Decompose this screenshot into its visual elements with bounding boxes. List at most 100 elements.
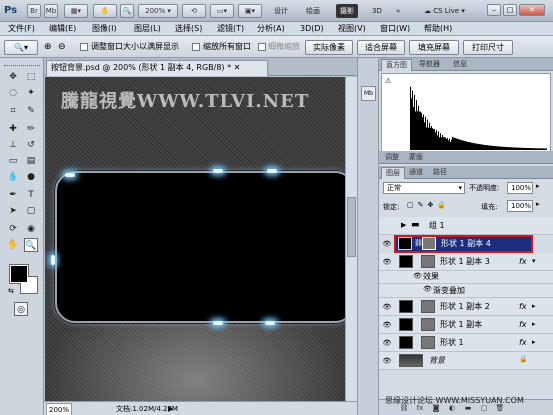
scrubby-zoom-checkbox[interactable] [258,43,266,51]
blur-tool-icon[interactable]: 💧 [6,170,20,184]
3d-orbit-icon[interactable]: ◉ [24,222,38,236]
layer-row[interactable]: 👁 形状 1 副本 2 fx ▸ [379,298,553,316]
shape-tool-icon[interactable]: ▢ [24,204,38,218]
fill-input[interactable]: 100% [507,200,533,212]
resize-windows-checkbox[interactable] [80,43,88,51]
menu-edit[interactable]: 编辑(E) [45,22,80,36]
rotate-view-icon[interactable]: ⟲ [182,4,206,18]
3d-rotate-icon[interactable]: ⟳ [6,222,20,236]
tab-info[interactable]: 信息 [449,59,471,71]
toolbox-grip[interactable] [4,60,40,66]
fx-icon[interactable]: fx [519,301,527,313]
gradient-tool-icon[interactable]: ▤ [24,154,38,168]
layer-row[interactable]: 👁 形状 1 副本 fx ▸ [379,316,553,334]
expand-arrow-icon[interactable]: ▸ [532,320,536,328]
workspace-more[interactable]: » [392,4,404,18]
lock-icons[interactable]: ▢✎✥🔒 [407,201,450,209]
visibility-eye-icon[interactable]: 👁 [382,356,392,366]
fx-icon[interactable]: fx [519,337,527,349]
fit-screen-button[interactable]: 适合屏幕 [357,40,405,55]
zoom-tool-icon[interactable]: 🔍 [120,4,134,18]
zoom-out-icon[interactable]: ⊖ [58,42,66,52]
document-tab[interactable]: 按钮背景.psd @ 200% (形状 1 副本 4, RGB/8) * ✕ [46,60,268,76]
layer-row-selected[interactable]: ⛓ 形状 1 副本 4 [394,235,533,253]
effects-row[interactable]: 👁 效果 [379,271,553,284]
type-tool-icon[interactable]: T [24,188,38,202]
expand-arrow-icon[interactable]: ▶ [401,221,406,229]
visibility-eye-icon[interactable]: 👁 [382,302,392,312]
hand-tool-icon[interactable]: ✋ [93,4,117,18]
tab-masks[interactable]: 蒙版 [405,152,427,164]
fx-icon[interactable]: fx [519,319,527,331]
zoom-tool-active-icon[interactable]: 🔍 [24,238,38,252]
menu-window[interactable]: 窗口(W) [376,22,414,36]
close-icon[interactable]: ✕ [519,4,545,16]
visibility-eye-icon[interactable]: 👁 [382,239,392,249]
visibility-eye-icon[interactable]: 👁 [382,257,392,267]
histogram-warning-icon[interactable]: ⚠ [385,77,391,85]
visibility-eye-icon[interactable]: 👁 [382,320,392,330]
menu-analysis[interactable]: 分析(A) [253,22,289,36]
minimize-icon[interactable]: – [487,4,501,16]
fx-icon[interactable]: fx [519,256,527,268]
status-zoom[interactable]: 200% [46,403,72,415]
marquee-tool-icon[interactable]: ⬚ [24,70,38,84]
layer-row-group[interactable]: ▶ ▬ 组 1 [379,217,553,235]
arrange-docs-icon[interactable]: ▭▾ [210,4,234,18]
menu-file[interactable]: 文件(F) [4,22,39,36]
workspace-3d[interactable]: 3D [368,4,386,18]
zoom-level-select[interactable]: 200% ▾ [138,4,178,18]
expand-arrow-icon[interactable]: ▸ [532,338,536,346]
tab-histogram[interactable]: 直方图 [381,59,412,71]
menu-select[interactable]: 选择(S) [171,22,206,36]
scrollbar-thumb[interactable] [347,197,356,257]
hand-tool-icon-box[interactable]: ✋ [6,238,20,252]
lasso-tool-icon[interactable]: ◌ [6,86,20,100]
tab-navigator[interactable]: 导航器 [415,59,444,71]
document-canvas[interactable]: 騰龍視覺WWW.TLVI.NET [45,77,345,401]
healing-brush-icon[interactable]: ✚ [6,122,20,136]
eraser-icon[interactable]: ▭ [6,154,20,168]
tab-paths[interactable]: 路径 [429,167,451,179]
tool-preset-picker[interactable]: 🔍▾ [4,40,38,55]
vertical-scrollbar[interactable] [345,77,357,401]
workspace-painting[interactable]: 绘画 [302,4,324,18]
layer-row[interactable]: 👁 形状 1 副本 3 fx ▾ [379,253,553,271]
zoom-all-checkbox[interactable] [192,43,200,51]
tab-adjustments[interactable]: 调整 [381,152,403,164]
menu-help[interactable]: 帮助(H) [420,22,456,36]
visibility-eye-icon[interactable]: 👁 [382,338,392,348]
fill-screen-button[interactable]: 填充屏幕 [409,40,459,55]
menu-view[interactable]: 视图(V) [334,22,370,36]
menu-image[interactable]: 图像(I) [88,22,121,36]
menu-filter[interactable]: 滤镜(T) [213,22,248,36]
dodge-tool-icon[interactable]: ● [24,170,38,184]
magic-wand-icon[interactable]: ✦ [24,86,38,100]
pen-tool-icon[interactable]: ✒ [6,188,20,202]
status-arrow-icon[interactable]: ▶ [168,403,173,415]
quick-mask-icon[interactable]: ◎ [14,302,28,316]
close-tab-icon[interactable]: ✕ [234,63,241,72]
workspace-design[interactable]: 设计 [270,4,292,18]
minibridge-icon[interactable]: Mb [44,4,58,18]
blend-mode-select[interactable]: 正常 ▾ [383,182,465,194]
minibridge-panel-icon[interactable]: Mb [361,86,376,101]
layer-row-background[interactable]: 👁 背景 🔒 [379,352,553,370]
menu-3d[interactable]: 3D(D) [296,22,328,36]
opacity-input[interactable]: 100% [507,182,533,194]
history-brush-icon[interactable]: ↺ [24,138,38,152]
screen-mode-icon[interactable]: ▣▾ [238,4,262,18]
actual-pixels-button[interactable]: 实际像素 [305,40,353,55]
opacity-slider-icon[interactable]: ▸ [536,182,540,190]
effects-eye-icon[interactable]: 👁 [413,272,422,280]
bridge-icon[interactable]: Br [27,4,41,18]
effect-eye-icon[interactable]: 👁 [423,285,432,293]
workspace-photography[interactable]: 摄影 [336,4,358,18]
clone-stamp-icon[interactable]: ⊥ [6,138,20,152]
print-size-button[interactable]: 打印尺寸 [463,40,513,55]
tab-layers[interactable]: 图层 [381,167,405,179]
path-select-icon[interactable]: ➤ [6,204,20,218]
brush-tool-icon[interactable]: ✏ [24,122,38,136]
menu-layer[interactable]: 图层(L) [130,22,165,36]
foreground-color-front[interactable] [10,265,28,283]
